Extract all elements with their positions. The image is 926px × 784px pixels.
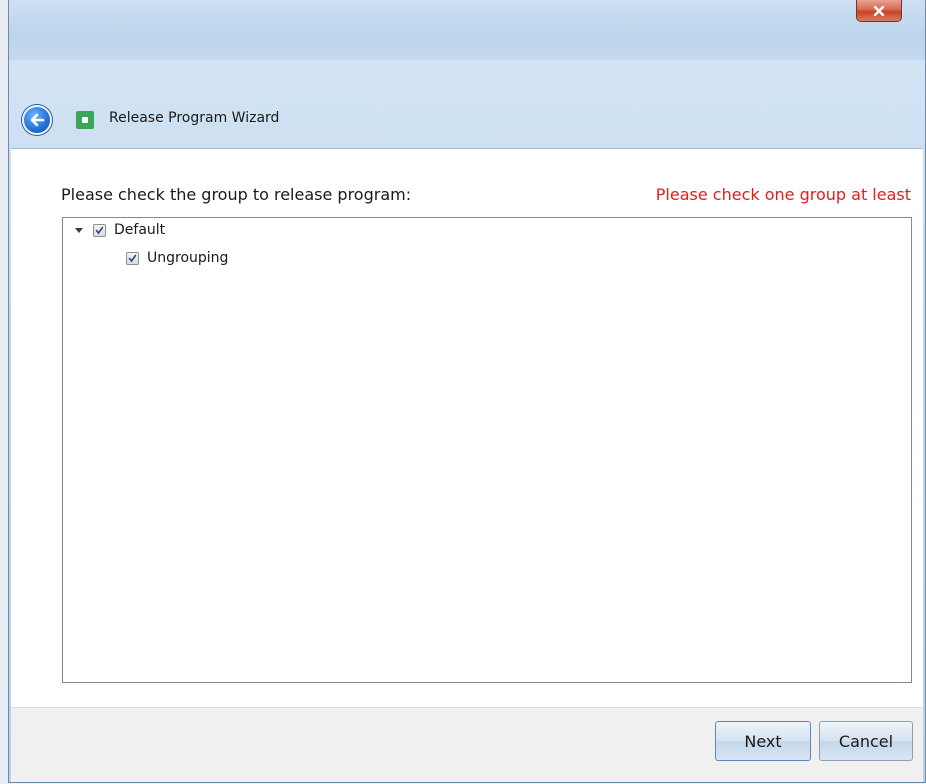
- default-checkbox[interactable]: [93, 223, 106, 237]
- wizard-footer: Next Cancel: [11, 707, 923, 784]
- tree-item-default[interactable]: Default: [75, 219, 165, 241]
- ungrouping-checkbox[interactable]: [126, 251, 139, 265]
- next-button[interactable]: Next: [715, 721, 811, 761]
- close-icon: [873, 5, 885, 16]
- tree-item-label: Ungrouping: [147, 250, 229, 266]
- validation-message: Please check one group at least: [655, 185, 911, 204]
- group-tree[interactable]: Default Ungrouping: [62, 217, 912, 683]
- cancel-button[interactable]: Cancel: [819, 721, 913, 761]
- instruction-label: Please check the group to release progra…: [61, 185, 412, 204]
- app-icon: [76, 111, 94, 129]
- wizard-content: Please check the group to release progra…: [11, 148, 923, 707]
- close-button[interactable]: [856, 0, 902, 22]
- tree-item-ungrouping[interactable]: Ungrouping: [126, 247, 228, 269]
- wizard-title: Release Program Wizard: [109, 110, 280, 126]
- checkmark-icon: [128, 254, 137, 262]
- back-button[interactable]: [22, 105, 52, 135]
- expand-triangle-icon[interactable]: [75, 227, 83, 233]
- checkmark-icon: [95, 226, 104, 234]
- tree-item-label: Default: [114, 222, 166, 238]
- wizard-window: Release Program Wizard Please check the …: [8, 0, 926, 784]
- wizard-header: Release Program Wizard: [9, 96, 925, 146]
- back-arrow-icon: [30, 113, 45, 127]
